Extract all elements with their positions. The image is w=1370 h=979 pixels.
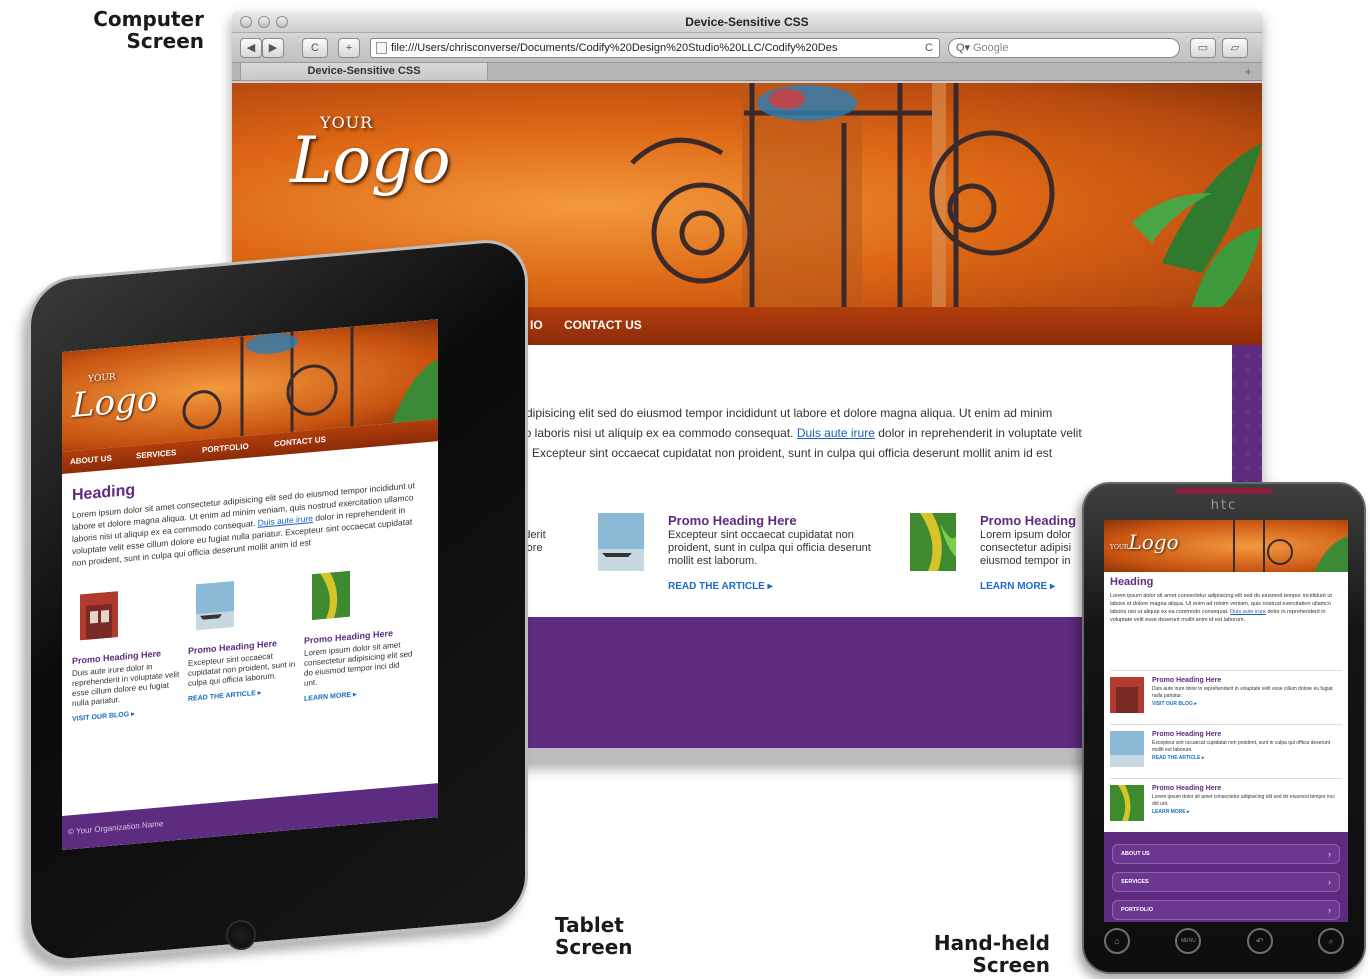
phone-promo-text: Lorem ipsum dolor sit amet consectetur a… xyxy=(1152,794,1335,807)
promo-thumbnail[interactable] xyxy=(598,513,644,571)
tablet-nav-portfolio[interactable]: PORTFOLIO xyxy=(202,442,249,455)
window-title: Device-Sensitive CSS xyxy=(685,15,809,29)
page-menu-button[interactable]: ▭ xyxy=(1190,38,1216,58)
tablet-promo-text: Duis aute irure dolor in reprehenderit i… xyxy=(72,662,180,709)
reload-button[interactable]: C xyxy=(302,38,328,58)
phone-menu-portfolio[interactable]: PORTFOLIO › xyxy=(1112,900,1340,920)
body-link[interactable]: Duis aute irure xyxy=(797,426,875,440)
tablet-promo-link[interactable]: READ THE ARTICLE ▸ xyxy=(188,685,298,703)
search-placeholder: Google xyxy=(973,42,1009,54)
phone-logo[interactable]: YOURLogo xyxy=(1110,530,1179,554)
promo-thumbnail[interactable] xyxy=(910,513,956,571)
home-icon[interactable]: ⌂ xyxy=(1104,928,1130,954)
gear-icon: ▱ xyxy=(1230,42,1240,54)
search-icon: Q▾ xyxy=(956,42,971,54)
tools-menu-button[interactable]: ▱ xyxy=(1222,38,1248,58)
page-icon: ▭ xyxy=(1197,42,1209,54)
device-showcase: Computer Screen Tablet Screen Hand-held … xyxy=(0,0,1370,979)
address-url: file:///Users/chrisconverse/Documents/Co… xyxy=(391,42,838,54)
tablet-screen: YOUR Logo ABOUT US SERVICES PORTFOLIO CON… xyxy=(62,319,438,850)
tab-device-sensitive-css[interactable]: Device-Sensitive CSS xyxy=(240,63,488,81)
phone-promo-text: Excepteur sint occaecat cupidatat non pr… xyxy=(1152,740,1331,753)
phone-promo: Promo Heading Here Lorem ipsum dolor sit… xyxy=(1110,778,1342,828)
nav-item-contact-us[interactable]: CONTACT US xyxy=(564,318,642,332)
browser-toolbar: ◀ ▶ C + file:///Users/chrisconverse/Docu… xyxy=(232,33,1262,63)
tablet-nav-services[interactable]: SERVICES xyxy=(136,448,176,461)
phone-brand-logo: htc xyxy=(1210,498,1238,513)
menu-icon[interactable]: MENU xyxy=(1175,928,1202,954)
tablet-promo-link[interactable]: LEARN MORE ▸ xyxy=(304,685,414,703)
site-logo[interactable]: YOUR Logo xyxy=(290,113,451,193)
address-bar[interactable]: file:///Users/chrisconverse/Documents/Co… xyxy=(370,38,940,58)
tablet-promo-thumbnail[interactable] xyxy=(312,570,350,621)
promo-heading[interactable]: Promo Heading Here xyxy=(668,513,797,528)
tablet-heading: Heading xyxy=(72,481,136,505)
phone-promo-text: Duis aute irure dolor in reprehenderit i… xyxy=(1152,686,1333,699)
plus-icon: + xyxy=(345,42,353,54)
forward-button[interactable]: ▶ xyxy=(262,38,284,58)
phone-body-text: Lorem ipsum dolor sit amet consectetur a… xyxy=(1110,593,1332,623)
back-button[interactable]: ◀ xyxy=(240,38,262,58)
promo-more-link[interactable]: LEARN MORE ▸ xyxy=(980,581,1055,592)
search-icon[interactable]: ⌕ xyxy=(1317,928,1344,954)
phone-hardware-keys: ⌂ MENU ↶ ⌕ xyxy=(1104,928,1344,958)
add-bookmark-button[interactable]: + xyxy=(338,38,360,58)
phone-hero: YOURLogo xyxy=(1104,520,1348,572)
phone-device: htc YOURLogo Heading Lorem ipsum dolor s… xyxy=(1082,482,1366,974)
search-field[interactable]: Q▾ Google xyxy=(948,38,1180,58)
tablet-logo[interactable]: YOUR Logo xyxy=(72,369,157,426)
phone-promo-link[interactable]: VISIT OUR BLOG ▸ xyxy=(1152,701,1197,707)
phone-menu-services[interactable]: SERVICES › xyxy=(1112,872,1340,892)
phone-speaker xyxy=(1176,488,1272,494)
phone-promo: Promo Heading Here Excepteur sint occaec… xyxy=(1110,724,1342,774)
promo-more-link[interactable]: READ THE ARTICLE ▸ xyxy=(668,581,773,592)
phone-menu-about-us[interactable]: ABOUT US › xyxy=(1112,844,1340,864)
phone-menu: ABOUT US › SERVICES › PORTFOLIO › xyxy=(1104,832,1348,922)
phone-body-link[interactable]: Duis aute irure xyxy=(1230,609,1266,615)
tablet-promo-thumbnail[interactable] xyxy=(80,591,118,641)
chevron-right-icon: › xyxy=(1328,849,1331,859)
tablet-promo: Promo Heading Here Lorem ipsum dolor sit… xyxy=(304,565,414,703)
chevron-right-icon: › xyxy=(1328,877,1331,887)
chevron-right-icon: › xyxy=(1328,905,1331,915)
tablet-promo: Promo Heading Here Excepteur sint occaec… xyxy=(188,575,298,703)
tablet-promo-link[interactable]: VISIT OUR BLOG ▸ xyxy=(72,706,182,723)
phone-promo-link[interactable]: READ THE ARTICLE ▸ xyxy=(1152,755,1204,761)
phone-promo-thumbnail[interactable] xyxy=(1110,731,1144,767)
phone-promo-link[interactable]: LEARN MORE ▸ xyxy=(1152,809,1190,815)
promo-heading[interactable]: Promo Heading xyxy=(980,513,1076,528)
tablet-home-button[interactable] xyxy=(226,920,256,950)
title-bar: Device-Sensitive CSS xyxy=(232,12,1262,33)
promo-text: Lorem ipsum dolor consectetur adipisi ei… xyxy=(980,529,1072,567)
tablet-nav-about-us[interactable]: ABOUT US xyxy=(70,454,112,467)
tablet-device: YOUR Logo ABOUT US SERVICES PORTFOLIO CON… xyxy=(0,236,530,970)
phone-promo-thumbnail[interactable] xyxy=(1110,677,1144,713)
back-icon[interactable]: ↶ xyxy=(1246,928,1273,954)
tab-bar: Device-Sensitive CSS + xyxy=(232,63,1262,81)
phone-heading: Heading xyxy=(1110,576,1154,588)
handheld-screen-label: Hand-held Screen xyxy=(933,931,1050,977)
page-file-icon xyxy=(376,42,387,54)
new-tab-icon[interactable]: + xyxy=(1244,64,1252,79)
promo-text: Excepteur sint occaecat cupidatat non pr… xyxy=(668,529,871,567)
address-reload-icon[interactable]: C xyxy=(925,39,933,57)
phone-screen: YOURLogo Heading Lorem ipsum dolor sit a… xyxy=(1104,520,1348,922)
phone-promo-thumbnail[interactable] xyxy=(1110,785,1144,821)
back-arrow-icon: ◀ xyxy=(246,42,256,54)
reload-icon: C xyxy=(311,42,319,54)
phone-promo-heading[interactable]: Promo Heading Here xyxy=(1152,677,1221,684)
body-paragraph: r adipisicing elit sed do eiusmod tempor… xyxy=(512,406,1082,460)
phone-promo-heading[interactable]: Promo Heading Here xyxy=(1152,785,1221,792)
tablet-promo: Promo Heading Here Duis aute irure dolor… xyxy=(72,586,182,723)
phone-promo: Promo Heading Here Duis aute irure dolor… xyxy=(1110,670,1342,720)
nav-item-portfolio[interactable]: IO xyxy=(530,318,543,332)
tablet-promo-text: Lorem ipsum dolor sit amet consectetur a… xyxy=(304,640,413,688)
forward-arrow-icon: ▶ xyxy=(268,42,278,54)
phone-promo-heading[interactable]: Promo Heading Here xyxy=(1152,731,1221,738)
tablet-screen-label: Tablet Screen xyxy=(555,913,633,959)
computer-screen-label: Computer Screen xyxy=(93,7,204,53)
tablet-promo-thumbnail[interactable] xyxy=(196,580,234,631)
tablet-nav-contact-us[interactable]: CONTACT US xyxy=(274,435,326,449)
